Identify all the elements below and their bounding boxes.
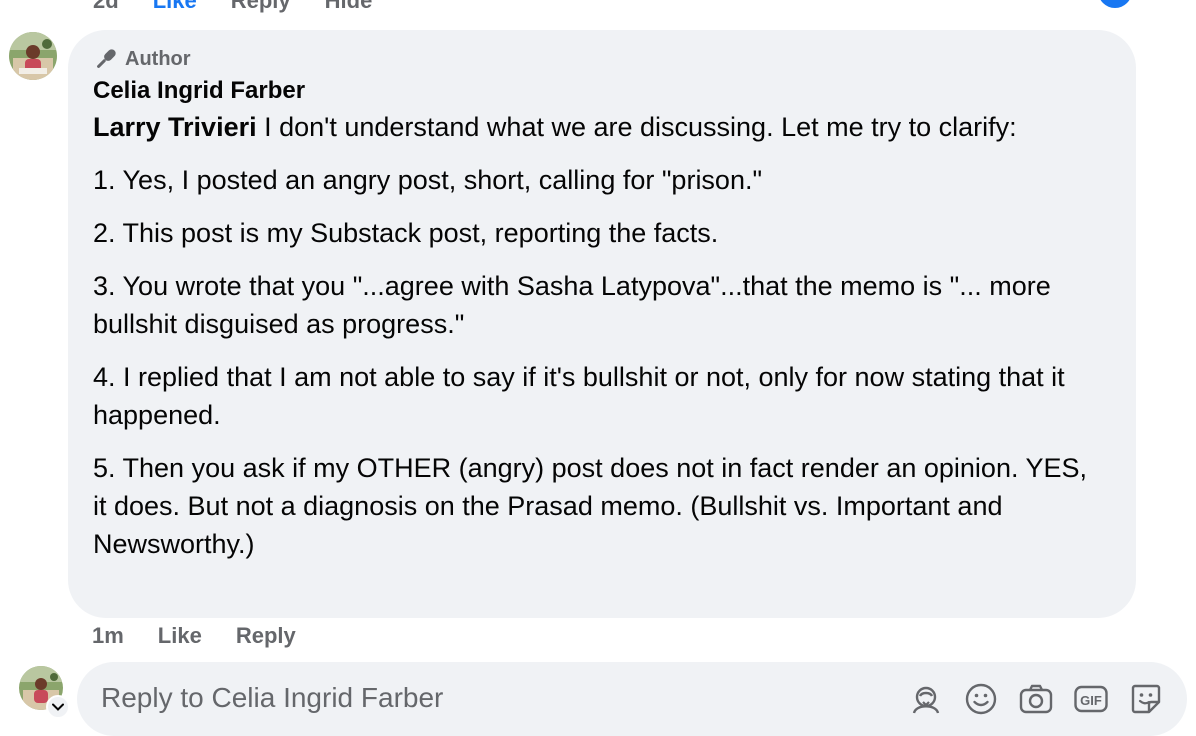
author-badge-label: Author [125, 47, 191, 70]
gif-icon[interactable]: GIF [1074, 682, 1108, 716]
comment-point-3: 3. You wrote that you "...agree with Sas… [93, 271, 1051, 339]
comment-point-5: 5. Then you ask if my OTHER (angry) post… [93, 453, 1088, 559]
reply-button[interactable]: Reply [236, 620, 296, 652]
composer-icons: GIF [909, 682, 1163, 716]
reply-input[interactable] [101, 678, 881, 718]
comment-author-name[interactable]: Celia Ingrid Farber [93, 74, 1106, 108]
avatar-sticker-icon[interactable] [909, 682, 943, 716]
previous-comment-hide[interactable]: Hide [325, 0, 373, 14]
previous-comment-reply[interactable]: Reply [231, 0, 291, 14]
previous-comment-time[interactable]: 2d [93, 0, 119, 14]
previous-comment-actions: 2d Like Reply Hide [93, 0, 372, 14]
chevron-down-icon [52, 703, 64, 711]
microphone-icon [97, 49, 116, 68]
comment-author-avatar[interactable] [9, 32, 57, 80]
sticker-icon[interactable] [1129, 682, 1163, 716]
account-switcher-button[interactable] [46, 695, 70, 719]
svg-text:GIF: GIF [1080, 693, 1102, 708]
reaction-bubble[interactable] [1098, 0, 1132, 8]
comment-point-4: 4. I replied that I am not able to say i… [93, 362, 1065, 430]
camera-icon[interactable] [1019, 682, 1053, 716]
like-button[interactable]: Like [158, 620, 202, 652]
comment-intro-text: I don't understand what we are discussin… [256, 112, 1017, 142]
avatar-photo [9, 32, 57, 80]
author-badge: Author [93, 44, 1106, 74]
comment-point-1: 1. Yes, I posted an angry post, short, c… [93, 165, 763, 195]
comment-intro: Larry Trivieri I don't understand what w… [93, 108, 1106, 146]
mention-link[interactable]: Larry Trivieri [93, 112, 257, 142]
emoji-icon[interactable] [964, 682, 998, 716]
reply-composer: GIF [77, 662, 1187, 736]
comment-timestamp[interactable]: 1m [92, 620, 124, 652]
comment-bubble: Author Celia Ingrid Farber Larry Trivier… [68, 30, 1136, 618]
previous-comment-like[interactable]: Like [153, 0, 197, 14]
comment-actions: 1m Like Reply [92, 620, 296, 652]
comment-point-2: 2. This post is my Substack post, report… [93, 218, 719, 248]
